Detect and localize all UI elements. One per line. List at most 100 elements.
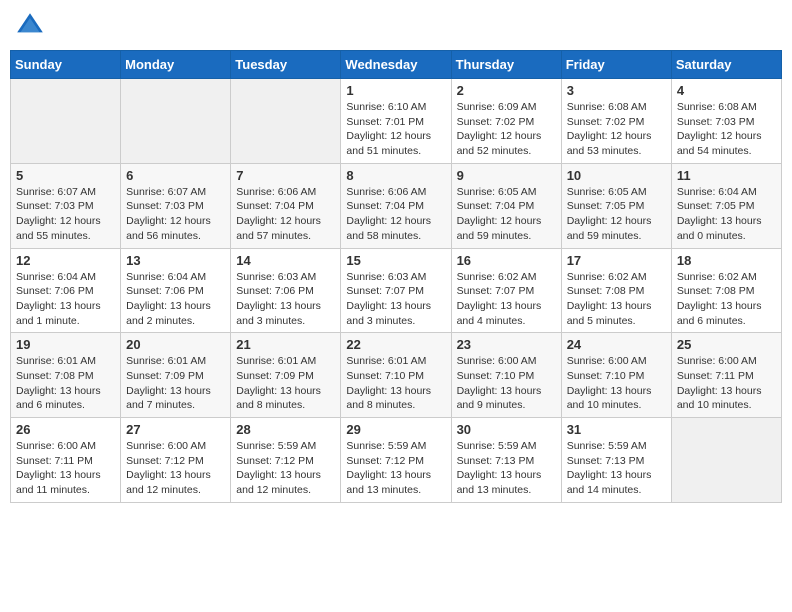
calendar-cell: 28 Sunrise: 5:59 AM Sunset: 7:12 PM Dayli… bbox=[231, 418, 341, 503]
cell-content: Sunrise: 6:04 AM Sunset: 7:06 PM Dayligh… bbox=[16, 270, 115, 329]
calendar-cell: 17 Sunrise: 6:02 AM Sunset: 7:08 PM Dayli… bbox=[561, 248, 671, 333]
calendar-cell: 15 Sunrise: 6:03 AM Sunset: 7:07 PM Dayli… bbox=[341, 248, 451, 333]
calendar-cell: 25 Sunrise: 6:00 AM Sunset: 7:11 PM Dayli… bbox=[671, 333, 781, 418]
calendar-cell: 3 Sunrise: 6:08 AM Sunset: 7:02 PM Daylig… bbox=[561, 79, 671, 164]
day-number: 27 bbox=[126, 422, 225, 437]
calendar-cell: 4 Sunrise: 6:08 AM Sunset: 7:03 PM Daylig… bbox=[671, 79, 781, 164]
calendar-cell: 16 Sunrise: 6:02 AM Sunset: 7:07 PM Dayli… bbox=[451, 248, 561, 333]
calendar-cell: 2 Sunrise: 6:09 AM Sunset: 7:02 PM Daylig… bbox=[451, 79, 561, 164]
day-number: 26 bbox=[16, 422, 115, 437]
day-number: 2 bbox=[457, 83, 556, 98]
calendar-cell: 26 Sunrise: 6:00 AM Sunset: 7:11 PM Dayli… bbox=[11, 418, 121, 503]
day-number: 22 bbox=[346, 337, 445, 352]
weekday-header-wednesday: Wednesday bbox=[341, 51, 451, 79]
calendar-week-row: 19Sunrise: 6:01 AM Sunset: 7:08 PM Dayli… bbox=[11, 333, 782, 418]
weekday-header-tuesday: Tuesday bbox=[231, 51, 341, 79]
cell-content: Sunrise: 6:10 AM Sunset: 7:01 PM Dayligh… bbox=[346, 100, 445, 159]
cell-content: Sunrise: 5:59 AM Sunset: 7:13 PM Dayligh… bbox=[457, 439, 556, 498]
weekday-header-friday: Friday bbox=[561, 51, 671, 79]
cell-content: Sunrise: 6:01 AM Sunset: 7:09 PM Dayligh… bbox=[236, 354, 335, 413]
day-number: 30 bbox=[457, 422, 556, 437]
calendar-cell: 7Sunrise: 6:06 AM Sunset: 7:04 PM Daylig… bbox=[231, 163, 341, 248]
cell-content: Sunrise: 6:07 AM Sunset: 7:03 PM Dayligh… bbox=[126, 185, 225, 244]
calendar-week-row: 1 Sunrise: 6:10 AM Sunset: 7:01 PM Daylig… bbox=[11, 79, 782, 164]
day-number: 20 bbox=[126, 337, 225, 352]
calendar-cell bbox=[11, 79, 121, 164]
cell-content: Sunrise: 6:00 AM Sunset: 7:12 PM Dayligh… bbox=[126, 439, 225, 498]
cell-content: Sunrise: 6:09 AM Sunset: 7:02 PM Dayligh… bbox=[457, 100, 556, 159]
day-number: 1 bbox=[346, 83, 445, 98]
page-header bbox=[10, 10, 782, 42]
calendar-cell: 24 Sunrise: 6:00 AM Sunset: 7:10 PM Dayli… bbox=[561, 333, 671, 418]
weekday-header-thursday: Thursday bbox=[451, 51, 561, 79]
day-number: 15 bbox=[346, 253, 445, 268]
day-number: 14 bbox=[236, 253, 335, 268]
day-number: 19 bbox=[16, 337, 115, 352]
day-number: 16 bbox=[457, 253, 556, 268]
logo bbox=[14, 10, 50, 42]
weekday-header-saturday: Saturday bbox=[671, 51, 781, 79]
cell-content: Sunrise: 6:08 AM Sunset: 7:03 PM Dayligh… bbox=[677, 100, 776, 159]
weekday-header-sunday: Sunday bbox=[11, 51, 121, 79]
cell-content: Sunrise: 6:04 AM Sunset: 7:06 PM Dayligh… bbox=[126, 270, 225, 329]
cell-content: Sunrise: 6:02 AM Sunset: 7:08 PM Dayligh… bbox=[677, 270, 776, 329]
day-number: 24 bbox=[567, 337, 666, 352]
weekday-header-row: SundayMondayTuesdayWednesdayThursdayFrid… bbox=[11, 51, 782, 79]
day-number: 5 bbox=[16, 168, 115, 183]
day-number: 8 bbox=[346, 168, 445, 183]
day-number: 9 bbox=[457, 168, 556, 183]
cell-content: Sunrise: 6:03 AM Sunset: 7:07 PM Dayligh… bbox=[346, 270, 445, 329]
cell-content: Sunrise: 6:00 AM Sunset: 7:10 PM Dayligh… bbox=[567, 354, 666, 413]
weekday-header-monday: Monday bbox=[121, 51, 231, 79]
cell-content: Sunrise: 5:59 AM Sunset: 7:13 PM Dayligh… bbox=[567, 439, 666, 498]
calendar-cell: 8Sunrise: 6:06 AM Sunset: 7:04 PM Daylig… bbox=[341, 163, 451, 248]
cell-content: Sunrise: 6:02 AM Sunset: 7:07 PM Dayligh… bbox=[457, 270, 556, 329]
cell-content: Sunrise: 6:05 AM Sunset: 7:04 PM Dayligh… bbox=[457, 185, 556, 244]
day-number: 3 bbox=[567, 83, 666, 98]
cell-content: Sunrise: 6:02 AM Sunset: 7:08 PM Dayligh… bbox=[567, 270, 666, 329]
day-number: 11 bbox=[677, 168, 776, 183]
calendar-cell: 11 Sunrise: 6:04 AM Sunset: 7:05 PM Dayli… bbox=[671, 163, 781, 248]
calendar-cell: 30 Sunrise: 5:59 AM Sunset: 7:13 PM Dayli… bbox=[451, 418, 561, 503]
cell-content: Sunrise: 6:07 AM Sunset: 7:03 PM Dayligh… bbox=[16, 185, 115, 244]
day-number: 28 bbox=[236, 422, 335, 437]
day-number: 13 bbox=[126, 253, 225, 268]
cell-content: Sunrise: 6:04 AM Sunset: 7:05 PM Dayligh… bbox=[677, 185, 776, 244]
day-number: 17 bbox=[567, 253, 666, 268]
cell-content: Sunrise: 6:03 AM Sunset: 7:06 PM Dayligh… bbox=[236, 270, 335, 329]
day-number: 25 bbox=[677, 337, 776, 352]
calendar-cell: 5 Sunrise: 6:07 AM Sunset: 7:03 PM Daylig… bbox=[11, 163, 121, 248]
calendar-cell: 13 Sunrise: 6:04 AM Sunset: 7:06 PM Dayli… bbox=[121, 248, 231, 333]
calendar-week-row: 5 Sunrise: 6:07 AM Sunset: 7:03 PM Daylig… bbox=[11, 163, 782, 248]
calendar-cell: 20Sunrise: 6:01 AM Sunset: 7:09 PM Dayli… bbox=[121, 333, 231, 418]
day-number: 12 bbox=[16, 253, 115, 268]
cell-content: Sunrise: 6:01 AM Sunset: 7:10 PM Dayligh… bbox=[346, 354, 445, 413]
calendar-cell: 23Sunrise: 6:00 AM Sunset: 7:10 PM Dayli… bbox=[451, 333, 561, 418]
cell-content: Sunrise: 5:59 AM Sunset: 7:12 PM Dayligh… bbox=[236, 439, 335, 498]
cell-content: Sunrise: 6:05 AM Sunset: 7:05 PM Dayligh… bbox=[567, 185, 666, 244]
day-number: 6 bbox=[126, 168, 225, 183]
day-number: 4 bbox=[677, 83, 776, 98]
calendar-cell: 27 Sunrise: 6:00 AM Sunset: 7:12 PM Dayli… bbox=[121, 418, 231, 503]
cell-content: Sunrise: 6:08 AM Sunset: 7:02 PM Dayligh… bbox=[567, 100, 666, 159]
calendar-cell bbox=[231, 79, 341, 164]
calendar-cell: 29 Sunrise: 5:59 AM Sunset: 7:12 PM Dayli… bbox=[341, 418, 451, 503]
calendar-cell: 14 Sunrise: 6:03 AM Sunset: 7:06 PM Dayli… bbox=[231, 248, 341, 333]
day-number: 23 bbox=[457, 337, 556, 352]
calendar-week-row: 12 Sunrise: 6:04 AM Sunset: 7:06 PM Dayli… bbox=[11, 248, 782, 333]
cell-content: Sunrise: 5:59 AM Sunset: 7:12 PM Dayligh… bbox=[346, 439, 445, 498]
day-number: 7 bbox=[236, 168, 335, 183]
logo-icon bbox=[14, 10, 46, 42]
calendar-week-row: 26 Sunrise: 6:00 AM Sunset: 7:11 PM Dayli… bbox=[11, 418, 782, 503]
day-number: 18 bbox=[677, 253, 776, 268]
cell-content: Sunrise: 6:00 AM Sunset: 7:11 PM Dayligh… bbox=[677, 354, 776, 413]
day-number: 10 bbox=[567, 168, 666, 183]
calendar-cell: 19Sunrise: 6:01 AM Sunset: 7:08 PM Dayli… bbox=[11, 333, 121, 418]
calendar-cell: 6 Sunrise: 6:07 AM Sunset: 7:03 PM Daylig… bbox=[121, 163, 231, 248]
day-number: 21 bbox=[236, 337, 335, 352]
calendar-cell: 10 Sunrise: 6:05 AM Sunset: 7:05 PM Dayli… bbox=[561, 163, 671, 248]
cell-content: Sunrise: 6:00 AM Sunset: 7:11 PM Dayligh… bbox=[16, 439, 115, 498]
calendar-cell: 31Sunrise: 5:59 AM Sunset: 7:13 PM Dayli… bbox=[561, 418, 671, 503]
day-number: 29 bbox=[346, 422, 445, 437]
calendar-cell: 9 Sunrise: 6:05 AM Sunset: 7:04 PM Daylig… bbox=[451, 163, 561, 248]
